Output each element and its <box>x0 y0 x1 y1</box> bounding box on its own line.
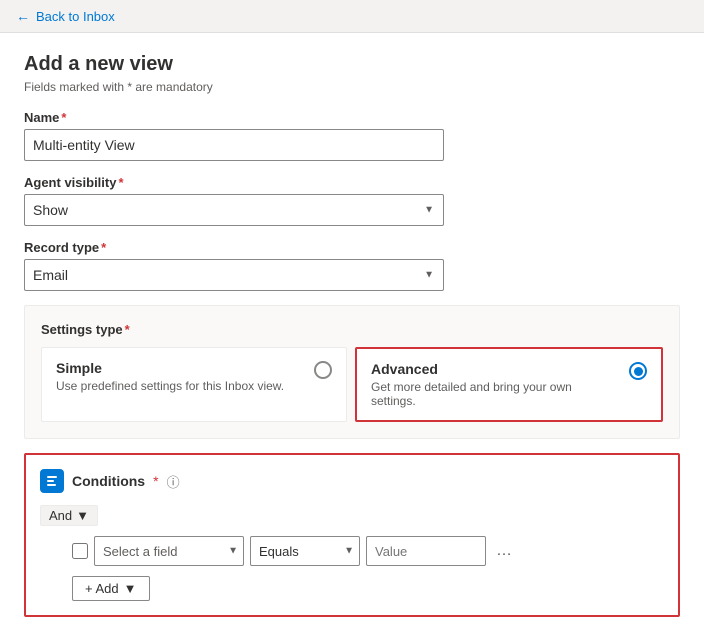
settings-options: Simple Use predefined settings for this … <box>41 347 663 422</box>
conditions-icon <box>40 469 64 493</box>
and-chevron-icon: ▼ <box>76 508 89 523</box>
info-icon[interactable]: ⓘ <box>167 472 180 491</box>
settings-type-label: Settings type * <box>41 322 663 337</box>
name-required-star: * <box>61 110 66 125</box>
name-field-group: Name * <box>24 110 680 175</box>
add-button-label: + Add <box>85 581 119 596</box>
name-input[interactable] <box>24 129 444 161</box>
name-label: Name * <box>24 110 680 125</box>
agent-visibility-select-wrapper: Show Hide ▼ <box>24 194 444 226</box>
conditions-title: Conditions <box>72 473 145 489</box>
field-select[interactable]: Select a field Subject Status Priority <box>94 536 244 566</box>
value-input[interactable] <box>366 536 486 566</box>
back-link-label: Back to Inbox <box>36 9 115 24</box>
advanced-option-text: Advanced Get more detailed and bring you… <box>371 361 619 408</box>
add-chevron-icon: ▼ <box>124 581 137 596</box>
page-title: Add a new view <box>24 53 680 76</box>
agent-visibility-field-group: Agent visibility * Show Hide ▼ <box>24 175 680 226</box>
condition-checkbox[interactable] <box>72 543 88 559</box>
simple-option-desc: Use predefined settings for this Inbox v… <box>56 379 304 393</box>
and-label: And <box>49 508 72 523</box>
equals-select[interactable]: Equals Not Equals Contains <box>250 536 360 566</box>
settings-type-required-star: * <box>125 322 130 337</box>
page-wrapper: ← Back to Inbox Add a new view Fields ma… <box>0 0 704 641</box>
back-arrow-icon: ← <box>16 8 30 24</box>
simple-radio[interactable] <box>314 361 332 379</box>
record-type-select[interactable]: Email Chat Voice <box>24 259 444 291</box>
field-select-wrapper: Select a field Subject Status Priority ▼ <box>94 536 244 566</box>
equals-select-wrapper: Equals Not Equals Contains ▼ <box>250 536 360 566</box>
back-link[interactable]: ← Back to Inbox <box>16 8 688 24</box>
agent-visibility-label: Agent visibility * <box>24 175 680 190</box>
settings-option-simple[interactable]: Simple Use predefined settings for this … <box>41 347 347 422</box>
and-badge[interactable]: And ▼ <box>40 505 98 526</box>
settings-type-card: Settings type * Simple Use predefined se… <box>24 305 680 439</box>
conditions-card: Conditions * ⓘ And ▼ Select a field Sub <box>24 453 680 617</box>
record-type-field-group: Record type * Email Chat Voice ▼ <box>24 240 680 291</box>
mandatory-note: Fields marked with * are mandatory <box>24 80 680 94</box>
simple-option-title: Simple <box>56 360 304 376</box>
top-bar: ← Back to Inbox <box>0 0 704 33</box>
record-type-required-star: * <box>101 240 106 255</box>
conditions-required-star: * <box>153 473 158 489</box>
conditions-header: Conditions * ⓘ <box>40 469 664 493</box>
settings-option-advanced[interactable]: Advanced Get more detailed and bring you… <box>355 347 663 422</box>
advanced-option-title: Advanced <box>371 361 619 377</box>
agent-visibility-required-star: * <box>118 175 123 190</box>
advanced-radio[interactable] <box>629 362 647 380</box>
condition-options-button[interactable]: … <box>492 542 516 560</box>
record-type-select-wrapper: Email Chat Voice ▼ <box>24 259 444 291</box>
main-content: Add a new view Fields marked with * are … <box>0 33 704 641</box>
simple-option-text: Simple Use predefined settings for this … <box>56 360 304 393</box>
add-button[interactable]: + Add ▼ <box>72 576 150 601</box>
advanced-option-desc: Get more detailed and bring your own set… <box>371 380 619 408</box>
condition-row: Select a field Subject Status Priority ▼… <box>72 536 664 566</box>
agent-visibility-select[interactable]: Show Hide <box>24 194 444 226</box>
record-type-label: Record type * <box>24 240 680 255</box>
